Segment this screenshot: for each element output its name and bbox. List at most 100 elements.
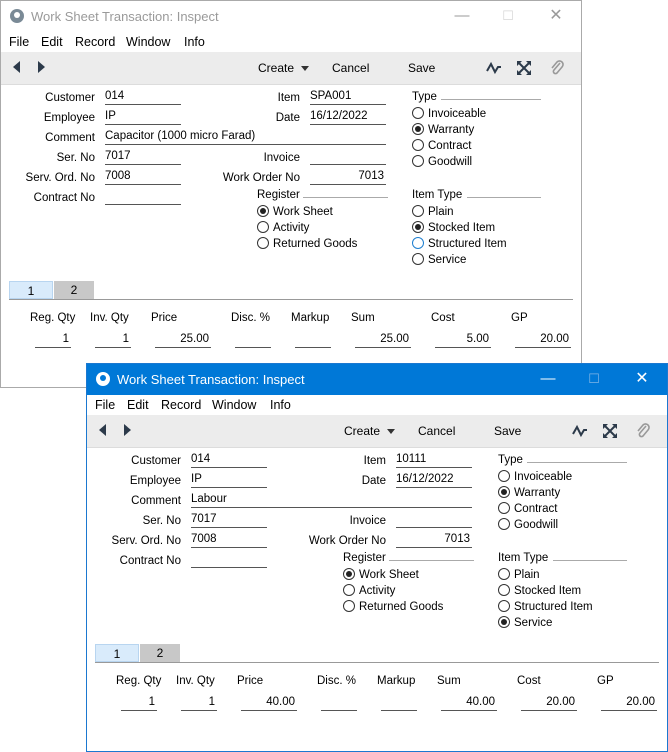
maximize-icon[interactable]: ☐ (497, 6, 519, 26)
tab-1[interactable]: 1 (9, 281, 53, 299)
radio-service[interactable]: Service (412, 253, 466, 266)
activity-pulse-icon[interactable] (484, 58, 504, 78)
tab-2[interactable]: 2 (54, 281, 94, 299)
next-record-icon[interactable] (38, 61, 45, 73)
expand-icon[interactable] (600, 421, 620, 441)
next-record-icon[interactable] (124, 424, 131, 436)
radio-activity[interactable]: Activity (257, 221, 309, 234)
menu-record[interactable]: Record (161, 398, 201, 412)
expand-icon[interactable] (514, 58, 534, 78)
col-gp: GP (511, 312, 528, 324)
menu-edit[interactable]: Edit (41, 35, 63, 49)
disc-field[interactable] (321, 696, 357, 711)
inv-qty-field[interactable]: 1 (181, 696, 217, 711)
radio-work-sheet[interactable]: Work Sheet (257, 205, 333, 218)
radio-invoiceable[interactable]: Invoiceable (498, 470, 572, 483)
cost-field[interactable]: 5.00 (435, 333, 491, 348)
menu-file[interactable]: File (95, 398, 115, 412)
gp-field[interactable]: 20.00 (515, 333, 571, 348)
contract-no-field[interactable] (105, 190, 181, 205)
item-field[interactable]: SPA001 (310, 90, 386, 105)
paperclip-icon[interactable] (547, 58, 567, 78)
menu-file[interactable]: File (9, 35, 29, 49)
employee-field[interactable]: IP (191, 473, 267, 488)
ser-no-field[interactable]: 7017 (105, 150, 181, 165)
create-button[interactable]: Create (258, 61, 310, 75)
date-field[interactable]: 16/12/2022 (310, 110, 386, 125)
paperclip-icon[interactable] (633, 421, 653, 441)
save-button[interactable]: Save (494, 424, 521, 438)
window-inspect-10111[interactable]: Work Sheet Transaction: Inspect — ☐ ✕ Fi… (86, 363, 668, 752)
menu-edit[interactable]: Edit (127, 398, 149, 412)
radio-contract[interactable]: Contract (412, 139, 471, 152)
work-order-no-field[interactable]: 7013 (396, 533, 472, 548)
cost-field[interactable]: 20.00 (521, 696, 577, 711)
radio-invoiceable[interactable]: Invoiceable (412, 107, 486, 120)
radio-warranty[interactable]: Warranty (412, 123, 474, 136)
inv-qty-field[interactable]: 1 (95, 333, 131, 348)
serv-ord-no-field[interactable]: 7008 (191, 533, 267, 548)
menu-info[interactable]: Info (184, 35, 205, 49)
work-order-no-field[interactable]: 7013 (310, 170, 386, 185)
minimize-icon[interactable]: — (537, 369, 559, 389)
markup-field[interactable] (381, 696, 417, 711)
create-button[interactable]: Create (344, 424, 396, 438)
reg-qty-field[interactable]: 1 (121, 696, 157, 711)
reg-qty-field[interactable]: 1 (35, 333, 71, 348)
title-bar[interactable]: Work Sheet Transaction: Inspect — ☐ ✕ (1, 1, 581, 32)
invoice-field[interactable] (396, 513, 472, 528)
previous-record-icon[interactable] (99, 424, 106, 436)
radio-contract[interactable]: Contract (498, 502, 557, 515)
minimize-icon[interactable]: — (451, 6, 473, 26)
radio-service[interactable]: Service (498, 616, 552, 629)
save-button[interactable]: Save (408, 61, 435, 75)
radio-plain[interactable]: Plain (412, 205, 454, 218)
sum-field[interactable]: 40.00 (441, 696, 497, 711)
menu-info[interactable]: Info (270, 398, 291, 412)
comment-field[interactable]: Labour (191, 493, 472, 508)
sum-field[interactable]: 25.00 (355, 333, 411, 348)
radio-goodwill[interactable]: Goodwill (412, 155, 472, 168)
employee-field[interactable]: IP (105, 110, 181, 125)
invoice-field[interactable] (310, 150, 386, 165)
radio-stocked-item[interactable]: Stocked Item (412, 221, 495, 234)
cancel-button[interactable]: Cancel (332, 61, 369, 75)
markup-field[interactable] (295, 333, 331, 348)
radio-stocked-item[interactable]: Stocked Item (498, 584, 581, 597)
radio-returned-goods[interactable]: Returned Goods (343, 600, 443, 613)
tab-2[interactable]: 2 (140, 644, 180, 662)
menu-window[interactable]: Window (126, 35, 170, 49)
radio-work-sheet[interactable]: Work Sheet (343, 568, 419, 581)
contract-no-field[interactable] (191, 553, 267, 568)
gp-field[interactable]: 20.00 (601, 696, 657, 711)
item-field[interactable]: 10111 (396, 453, 472, 468)
radio-warranty[interactable]: Warranty (498, 486, 560, 499)
price-field[interactable]: 25.00 (155, 333, 211, 348)
cancel-button[interactable]: Cancel (418, 424, 455, 438)
ser-no-field[interactable]: 7017 (191, 513, 267, 528)
maximize-icon[interactable]: ☐ (583, 369, 605, 389)
radio-activity[interactable]: Activity (343, 584, 395, 597)
tab-1[interactable]: 1 (95, 644, 139, 662)
serv-ord-no-field[interactable]: 7008 (105, 170, 181, 185)
menu-record[interactable]: Record (75, 35, 115, 49)
comment-field[interactable]: Capacitor (1000 micro Farad) (105, 130, 386, 145)
radio-structured-item[interactable]: Structured Item (412, 237, 507, 250)
radio-returned-goods[interactable]: Returned Goods (257, 237, 357, 250)
menu-window[interactable]: Window (212, 398, 256, 412)
window-inspect-spa001[interactable]: Work Sheet Transaction: Inspect — ☐ ✕ Fi… (0, 0, 582, 388)
previous-record-icon[interactable] (13, 61, 20, 73)
col-reg-qty: Reg. Qty (30, 312, 76, 324)
radio-plain[interactable]: Plain (498, 568, 540, 581)
close-icon[interactable]: ✕ (545, 6, 567, 26)
activity-pulse-icon[interactable] (570, 421, 590, 441)
customer-field[interactable]: 014 (105, 90, 181, 105)
radio-goodwill[interactable]: Goodwill (498, 518, 558, 531)
customer-field[interactable]: 014 (191, 453, 267, 468)
close-icon[interactable]: ✕ (631, 369, 653, 389)
radio-structured-item[interactable]: Structured Item (498, 600, 593, 613)
title-bar[interactable]: Work Sheet Transaction: Inspect — ☐ ✕ (87, 364, 667, 395)
date-field[interactable]: 16/12/2022 (396, 473, 472, 488)
disc-field[interactable] (235, 333, 271, 348)
price-field[interactable]: 40.00 (241, 696, 297, 711)
